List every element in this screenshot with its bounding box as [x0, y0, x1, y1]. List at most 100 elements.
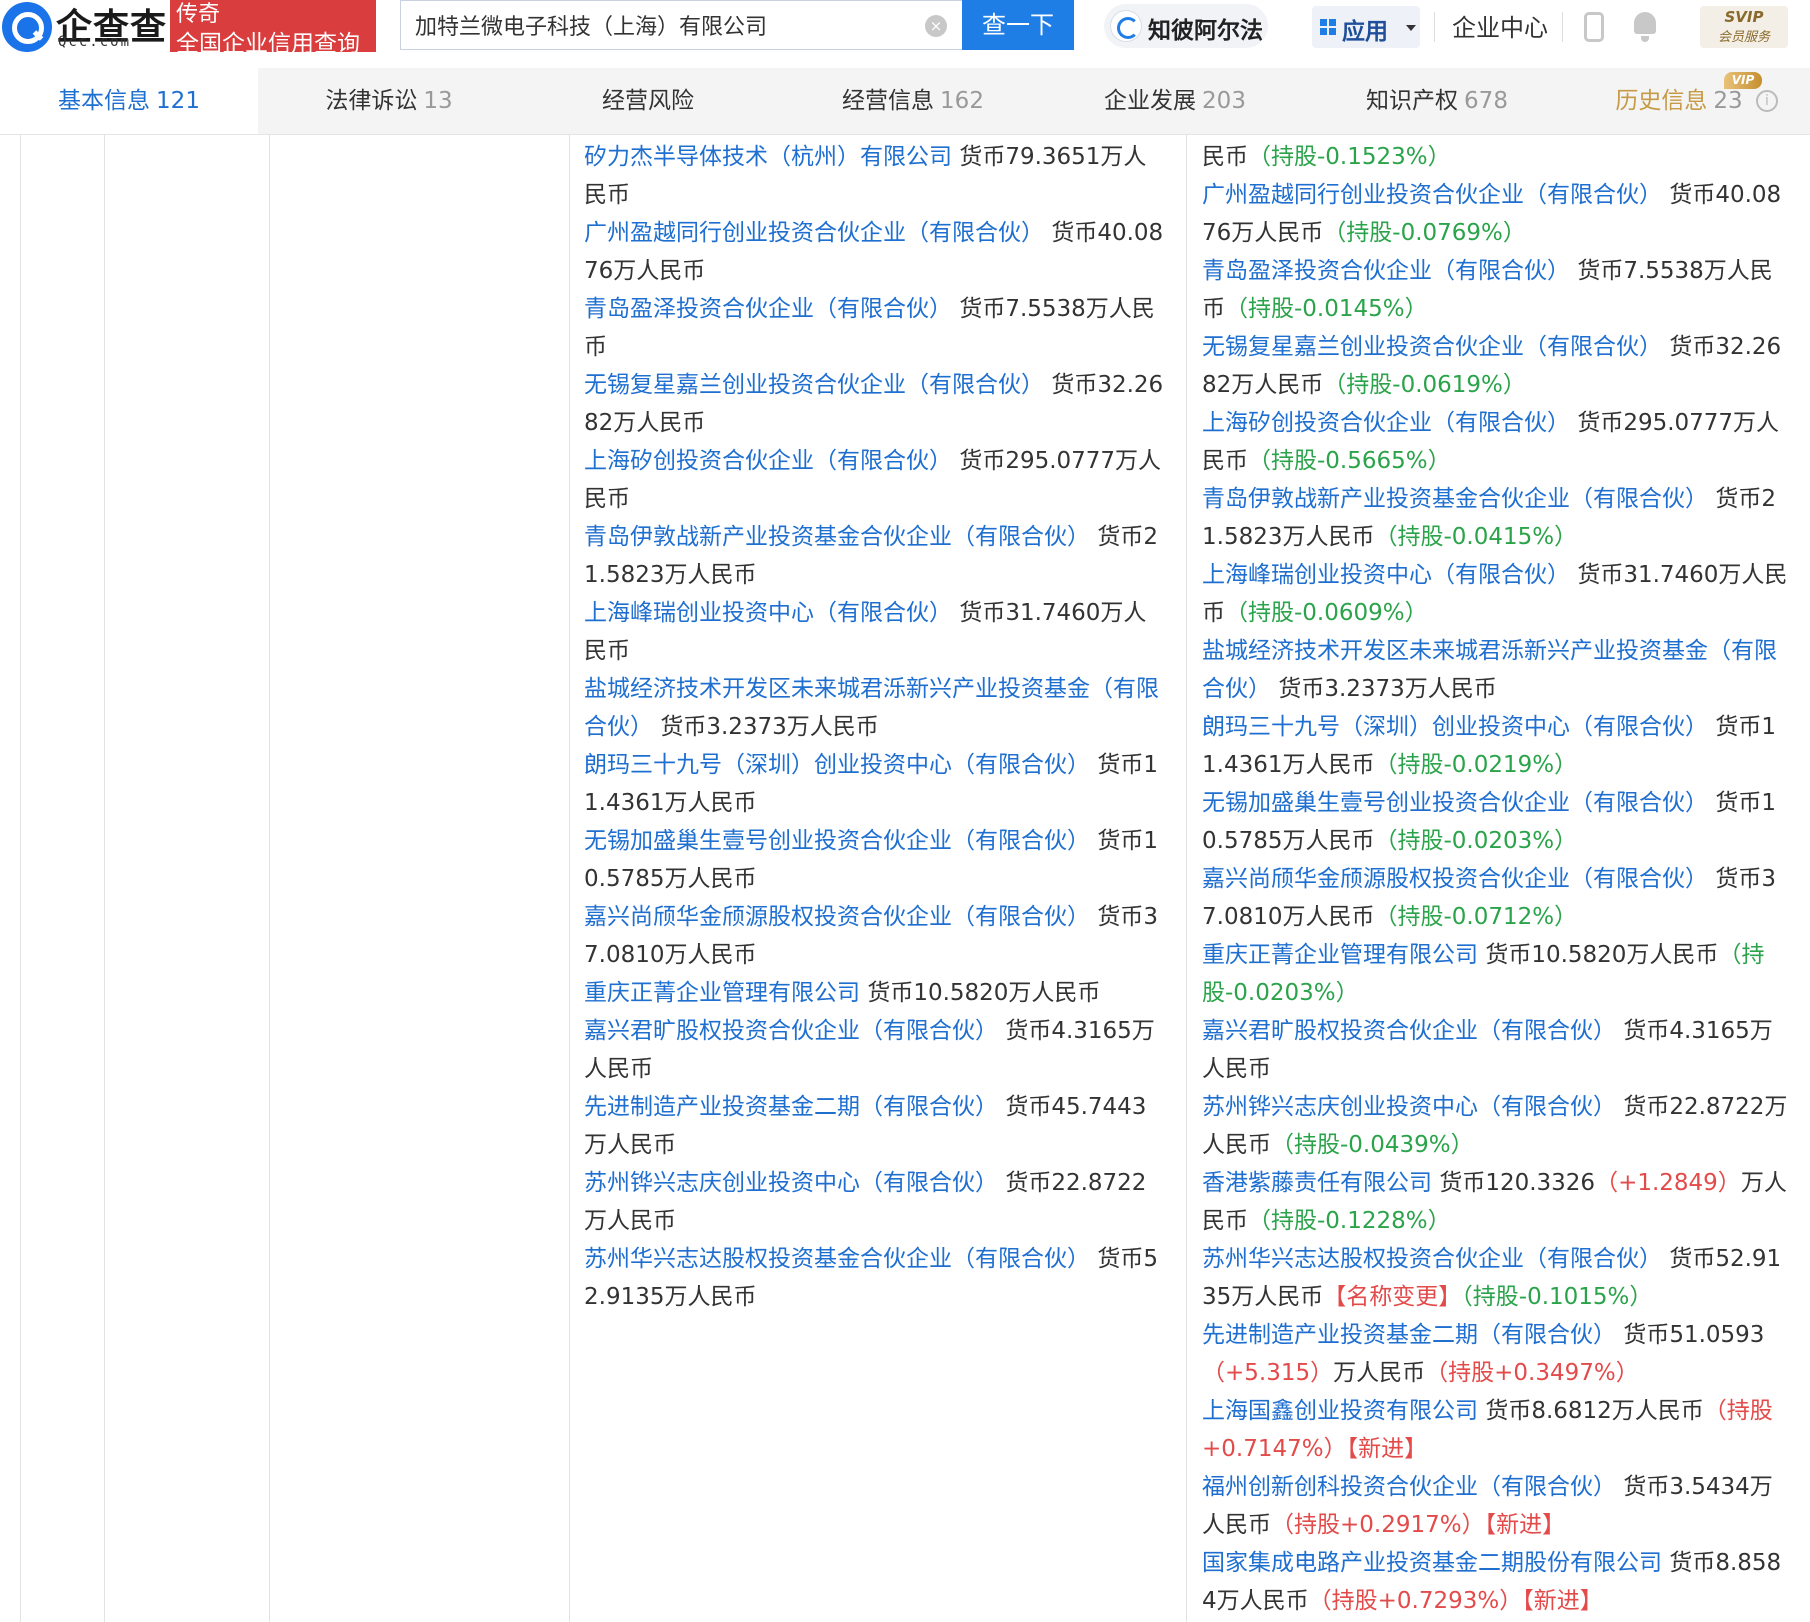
tab-label: 经营信息	[842, 88, 935, 114]
shareholder-link[interactable]: 先进制造产业投资基金二期（有限合伙）	[584, 1094, 998, 1120]
investment-amount: 货币3.2373万人民币	[660, 714, 879, 740]
tab-ip[interactable]: 知识产权 678	[1306, 68, 1568, 134]
table-border	[20, 134, 21, 1622]
table-border	[104, 134, 105, 1622]
stake-change-up: （持股+0.3497%）	[1425, 1360, 1639, 1386]
list-item: 苏州华兴志达股权投资基金合伙企业（有限合伙） 货币52.9135万人民币	[584, 1240, 1169, 1316]
stake-change-up: （持股+0.2917%）	[1271, 1512, 1485, 1538]
list-item: 嘉兴尚颀华金颀源股权投资合伙企业（有限合伙） 货币37.0810万人民币（持股-…	[1202, 860, 1792, 936]
tab-label: 企业发展	[1104, 88, 1197, 114]
list-item: 上海国鑫创业投资有限公司 货币8.6812万人民币（持股+0.7147%）【新进…	[1202, 1392, 1792, 1468]
investment-amount: 货币51.0593	[1623, 1322, 1765, 1348]
tab-label: 法律诉讼	[325, 88, 418, 114]
stake-change-down: （持股-0.0712%）	[1374, 904, 1578, 930]
new-entry-tag: 【新进】	[1484, 1512, 1566, 1538]
list-item: 重庆正菁企业管理有限公司 货币10.5820万人民币	[584, 974, 1169, 1012]
shareholder-link[interactable]: 上海峰瑞创业投资中心（有限合伙）	[584, 600, 952, 626]
svip-member-button[interactable]: SVIP 会员服务	[1700, 6, 1788, 48]
shareholder-link[interactable]: 苏州铧兴志庆创业投资中心（有限合伙）	[1202, 1094, 1616, 1120]
shareholder-link[interactable]: 朗玛三十九号（深圳）创业投资中心（有限合伙）	[584, 752, 1090, 778]
shareholder-link[interactable]: 国家集成电路产业投资基金二期股份有限公司	[1202, 1550, 1662, 1576]
stake-change-down: （持股-0.1015%）	[1461, 1284, 1653, 1310]
shareholder-link[interactable]: 上海峰瑞创业投资中心（有限合伙）	[1202, 562, 1570, 588]
shareholder-link[interactable]: 青岛伊敦战新产业投资基金合伙企业（有限合伙）	[584, 524, 1090, 550]
zhibi-label: 知彼阿尔法	[1148, 18, 1263, 44]
shareholder-link[interactable]: 嘉兴尚颀华金颀源股权投资合伙企业（有限合伙）	[1202, 866, 1708, 892]
bell-icon[interactable]	[1632, 12, 1658, 42]
amount-change-up: （+5.315）	[1202, 1360, 1334, 1386]
table-border	[569, 134, 570, 1622]
list-item: 矽力杰半导体技术（杭州）有限公司 货币79.3651万人民币	[584, 138, 1169, 214]
tab-label: 基本信息	[58, 88, 151, 114]
clear-icon[interactable]: ×	[925, 15, 947, 37]
shareholder-link[interactable]: 重庆正菁企业管理有限公司	[1202, 942, 1478, 968]
stake-change-down: （持股-0.5665%）	[1248, 448, 1451, 474]
new-entry-tag: 【新进】	[1522, 1588, 1603, 1614]
list-item: 苏州铧兴志庆创业投资中心（有限合伙） 货币22.8722万人民币	[584, 1164, 1169, 1240]
zhibi-alpha-button[interactable]: 知彼阿尔法	[1104, 4, 1268, 48]
mobile-icon[interactable]	[1584, 12, 1604, 42]
shareholder-link[interactable]: 上海矽创投资合伙企业（有限合伙）	[1202, 410, 1570, 436]
qcc-logo-icon[interactable]	[2, 2, 52, 52]
amount-change-up: （+1.2849）	[1595, 1170, 1741, 1196]
list-item: 重庆正菁企业管理有限公司 货币10.5820万人民币（持股-0.0203%）	[1202, 936, 1792, 1012]
shareholder-link[interactable]: 无锡复星嘉兰创业投资合伙企业（有限合伙）	[584, 372, 1044, 398]
shareholder-link[interactable]: 朗玛三十九号（深圳）创业投资中心（有限合伙）	[1202, 714, 1708, 740]
vip-badge: VIP	[1724, 72, 1762, 89]
info-icon[interactable]: i	[1756, 90, 1778, 112]
search-input[interactable]	[401, 1, 917, 49]
enterprise-center-link[interactable]: 企业中心	[1452, 8, 1548, 43]
shareholder-link[interactable]: 青岛盈泽投资合伙企业（有限合伙）	[1202, 258, 1570, 284]
shareholder-link[interactable]: 重庆正菁企业管理有限公司	[584, 980, 860, 1006]
list-item: 上海矽创投资合伙企业（有限合伙） 货币295.0777万人民币（持股-0.566…	[1202, 404, 1792, 480]
tab-basic-info[interactable]: 基本信息 121	[0, 68, 258, 134]
list-item: 无锡加盛巢生壹号创业投资合伙企业（有限合伙） 货币10.5785万人民币	[584, 822, 1169, 898]
shareholder-link[interactable]: 苏州华兴志达股权投资合伙企业（有限合伙）	[1202, 1246, 1662, 1272]
shareholder-link[interactable]: 嘉兴君旷股权投资合伙企业（有限合伙）	[1202, 1018, 1616, 1044]
tab-count: 678	[1464, 88, 1508, 114]
shareholder-link[interactable]: 矽力杰半导体技术（杭州）有限公司	[584, 144, 952, 170]
stake-change-down: （持股-0.1228%）	[1248, 1208, 1451, 1234]
list-item: 青岛盈泽投资合伙企业（有限合伙） 货币7.5538万人民币	[584, 290, 1169, 366]
stake-change-down: （持股-0.0145%）	[1225, 296, 1428, 322]
list-item: 民币（持股-0.1523%）	[1202, 138, 1792, 176]
list-item: 无锡复星嘉兰创业投资合伙企业（有限合伙） 货币32.2682万人民币（持股-0.…	[1202, 328, 1792, 404]
list-item: 上海峰瑞创业投资中心（有限合伙） 货币31.7460万人民币	[584, 594, 1169, 670]
shareholder-link[interactable]: 嘉兴尚颀华金颀源股权投资合伙企业（有限合伙）	[584, 904, 1090, 930]
shareholder-link[interactable]: 无锡加盛巢生壹号创业投资合伙企业（有限合伙）	[1202, 790, 1708, 816]
shareholder-link[interactable]: 先进制造产业投资基金二期（有限合伙）	[1202, 1322, 1616, 1348]
apps-label: 应用	[1342, 19, 1388, 45]
shareholder-link[interactable]: 广州盈越同行创业投资合伙企业（有限合伙）	[584, 220, 1044, 246]
shareholder-link[interactable]: 上海矽创投资合伙企业（有限合伙）	[584, 448, 952, 474]
list-item: 嘉兴君旷股权投资合伙企业（有限合伙） 货币4.3165万人民币	[584, 1012, 1169, 1088]
tab-business-info[interactable]: 经营信息 162	[782, 68, 1044, 134]
zhibi-logo-icon	[1110, 10, 1142, 42]
tab-litigation[interactable]: 法律诉讼 13	[258, 68, 520, 134]
shareholder-link[interactable]: 广州盈越同行创业投资合伙企业（有限合伙）	[1202, 182, 1662, 208]
investment-amount: 货币10.5820万人民币	[867, 980, 1101, 1006]
list-item: 先进制造产业投资基金二期（有限合伙） 货币45.7443万人民币	[584, 1088, 1169, 1164]
search-button[interactable]: 查一下	[962, 0, 1074, 50]
top-header: 企查查 Qcc.com 传奇 全国企业信用查询 × 查一下 知彼阿尔法 应用 企…	[0, 0, 1810, 58]
tab-count: 121	[156, 88, 200, 114]
stake-change-down: （持股-0.0415%）	[1374, 524, 1578, 550]
shareholder-link[interactable]: 青岛盈泽投资合伙企业（有限合伙）	[584, 296, 952, 322]
shareholder-link[interactable]: 香港紫藤责任有限公司	[1202, 1170, 1432, 1196]
shareholder-link[interactable]: 无锡加盛巢生壹号创业投资合伙企业（有限合伙）	[584, 828, 1090, 854]
list-item: 青岛伊敦战新产业投资基金合伙企业（有限合伙） 货币21.5823万人民币（持股-…	[1202, 480, 1792, 556]
apps-menu-button[interactable]: 应用	[1312, 6, 1420, 48]
investment-amount: 货币3.2373万人民币	[1278, 676, 1497, 702]
divider	[1562, 12, 1563, 42]
shareholder-link[interactable]: 无锡复星嘉兰创业投资合伙企业（有限合伙）	[1202, 334, 1662, 360]
tab-count: 13	[423, 88, 453, 114]
shareholder-link[interactable]: 嘉兴君旷股权投资合伙企业（有限合伙）	[584, 1018, 998, 1044]
tab-development[interactable]: 企业发展 203	[1044, 68, 1306, 134]
svip-subtitle: 会员服务	[1717, 30, 1770, 45]
tab-business-risk[interactable]: 经营风险	[520, 68, 782, 134]
shareholder-link[interactable]: 福州创新创科投资合伙企业（有限合伙）	[1202, 1474, 1616, 1500]
shareholder-link[interactable]: 苏州华兴志达股权投资基金合伙企业（有限合伙）	[584, 1246, 1090, 1272]
shareholder-link[interactable]: 苏州铧兴志庆创业投资中心（有限合伙）	[584, 1170, 998, 1196]
shareholder-link[interactable]: 上海国鑫创业投资有限公司	[1202, 1398, 1478, 1424]
name-change-tag: 【名称变更】	[1323, 1284, 1462, 1310]
shareholder-link[interactable]: 青岛伊敦战新产业投资基金合伙企业（有限合伙）	[1202, 486, 1708, 512]
